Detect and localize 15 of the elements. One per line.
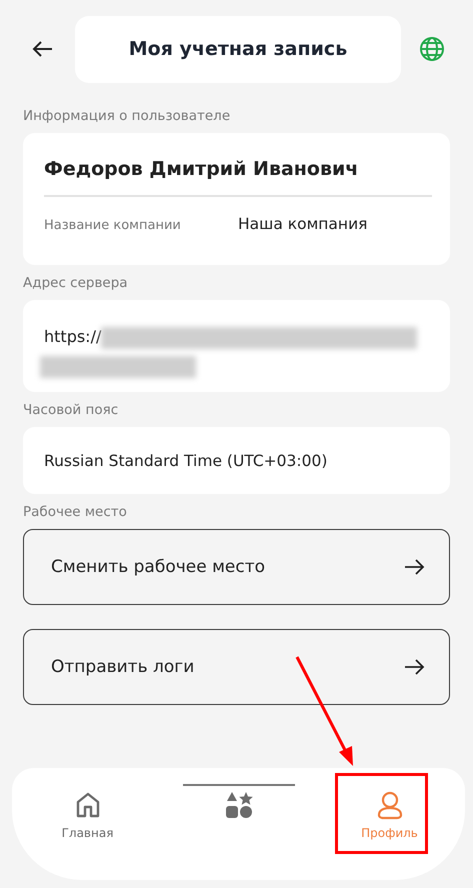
action-button[interactable]: Сменить рабочее место — [23, 529, 450, 605]
section-label: Адрес сервера — [23, 275, 129, 291]
company-label: Название компании — [44, 218, 182, 233]
section-label: Информация о пользователе — [23, 108, 232, 124]
page-title: Моя учетная запись — [75, 16, 401, 82]
globe-icon[interactable] — [419, 36, 445, 62]
server-address: https:// — [44, 327, 102, 346]
section-label: Рабочее место — [23, 504, 128, 520]
nav-tab[interactable]: Главная — [12, 768, 163, 841]
action-button[interactable]: Отправить логи — [23, 629, 450, 705]
section-label: Часовой пояс — [23, 402, 120, 418]
user-name: Федоров Дмитрий Иванович — [44, 157, 360, 182]
shapes-icon — [224, 790, 254, 820]
timezone-value: Russian Standard Time (UTC+03:00) — [44, 452, 328, 470]
company-name: Наша компания — [238, 215, 368, 233]
